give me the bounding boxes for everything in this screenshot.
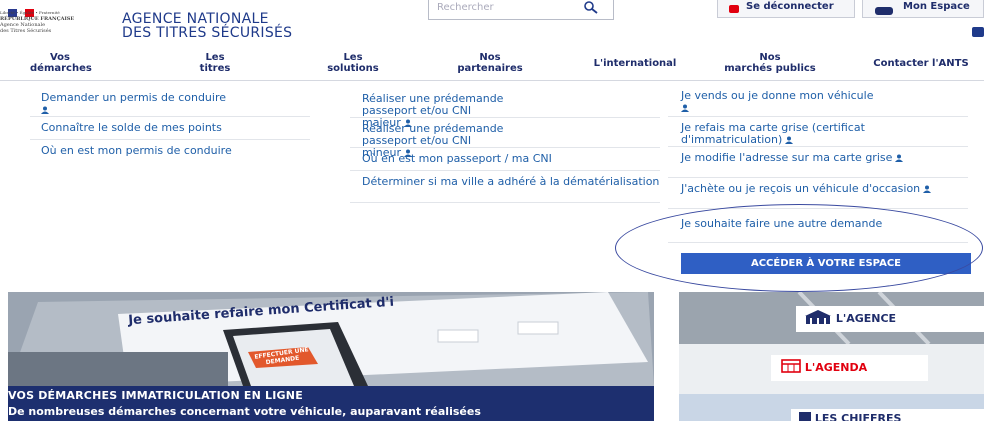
menu-link-permis[interactable]: Demander un permis de conduire (41, 92, 311, 116)
user-icon (875, 7, 893, 15)
banner-text: De nombreuses démarches concernant votre… (8, 405, 481, 418)
nav-item-international[interactable]: L'international (580, 58, 690, 69)
tile-agenda[interactable]: L'AGENDA (771, 355, 928, 381)
my-space-label: Mon Espace (903, 1, 970, 12)
tile-chiffres[interactable]: LES CHIFFRES (791, 409, 984, 421)
accessibility-icon[interactable] (972, 27, 984, 37)
nav-item-partenaires[interactable]: Nos partenaires (450, 52, 530, 74)
nav-item-contact[interactable]: Contacter l'ANTS (858, 58, 984, 69)
menu-link-refais-carte-grise[interactable]: Je refais ma carte grise (certificat d'i… (681, 122, 961, 146)
divider (668, 146, 968, 147)
logo-caption: Liberté • Égalité • Fraternité RÉPUBLIQU… (0, 10, 75, 34)
logout-button[interactable]: Se déconnecter (717, 0, 855, 18)
ants-logo[interactable]: Liberté • Égalité • Fraternité RÉPUBLIQU… (0, 0, 102, 48)
divider (30, 139, 310, 140)
building-icon (805, 310, 831, 324)
side-tiles: L'AGENCE L'AGENDA LES CHIFFRES (679, 292, 984, 421)
menu-link-modifie-adresse[interactable]: Je modifie l'adresse sur ma carte grise (681, 152, 971, 164)
divider (668, 116, 968, 117)
logout-label: Se déconnecter (746, 1, 834, 12)
tile-agence[interactable]: L'AGENCE (796, 306, 984, 332)
divider (30, 116, 310, 117)
menu-link-dematerialisation[interactable]: Déterminer si ma ville a adhéré à la dém… (362, 176, 662, 188)
chiffres-label: LES CHIFFRES (814, 412, 902, 421)
menu-link-achete-vehicule[interactable]: J'achète ou je reçois un véhicule d'occa… (681, 183, 971, 195)
banner-heading: VOS DÉMARCHES IMMATRICULATION EN LIGNE (8, 389, 303, 402)
french-flag-icon (8, 2, 34, 17)
calendar-icon (781, 359, 801, 373)
divider (350, 202, 660, 203)
user-icon (681, 104, 689, 112)
user-icon (923, 185, 932, 193)
user-icon (895, 154, 904, 162)
search-icon[interactable] (583, 1, 599, 15)
agence-label: L'AGENCE (835, 312, 897, 325)
agency-name[interactable]: AGENCE NATIONALE DES TITRES SÉCURISÉS (122, 12, 292, 40)
nav-item-titres[interactable]: Les titres (190, 52, 240, 74)
power-icon (729, 5, 739, 13)
menu-link-solde-points[interactable]: Connaître le solde de mes points (41, 122, 311, 134)
menu-link-suivi-permis[interactable]: Où en est mon permis de conduire (41, 145, 311, 157)
nav-item-solutions[interactable]: Les solutions (318, 52, 388, 74)
search-placeholder: Rechercher (437, 2, 494, 13)
nav-item-demarches[interactable]: Vos démarches (30, 52, 92, 74)
chart-icon (799, 412, 811, 421)
search-input[interactable]: Rechercher (428, 0, 614, 20)
nav-item-marches-publics[interactable]: Nos marchés publics (718, 52, 822, 74)
divider (668, 177, 968, 178)
main-nav: Vos démarches Les titres Les solutions Nos p… (0, 52, 984, 81)
user-icon (785, 136, 794, 144)
divider (350, 147, 660, 148)
agenda-label: L'AGENDA (804, 361, 868, 374)
divider (350, 117, 660, 118)
menu-link-vends-vehicule[interactable]: Je vends ou je donne mon véhicule (681, 90, 971, 114)
highlight-ellipse (615, 204, 983, 292)
my-space-button[interactable]: Mon Espace (862, 0, 984, 18)
divider (350, 170, 660, 171)
menu-link-suivi-passeport[interactable]: Où en est mon passeport / ma CNI (362, 153, 662, 165)
immatriculation-banner[interactable]: Je souhaite refaire mon Certificat d'i E… (8, 292, 654, 421)
user-icon (41, 106, 49, 114)
